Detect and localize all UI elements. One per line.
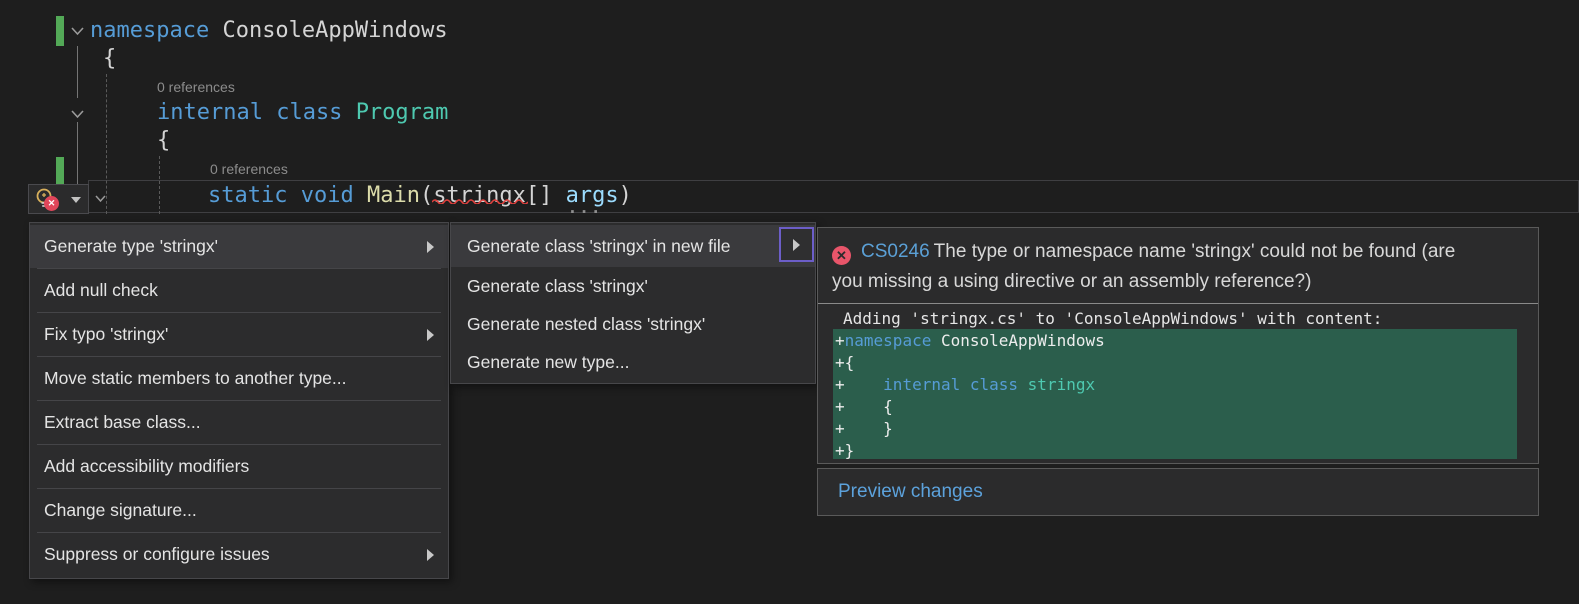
paren-token: (: [420, 183, 433, 208]
diff-line: + {: [833, 396, 1517, 418]
menu-item-label: Suppress or configure issues: [44, 544, 270, 565]
menu-item-suppress-or-configure[interactable]: Suppress or configure issues: [30, 533, 448, 576]
space-token: [552, 183, 565, 208]
submenu-arrow-icon: [427, 329, 434, 341]
namespace-name-token: ConsoleAppWindows: [222, 18, 447, 43]
menu-item-extract-base-class[interactable]: Extract base class...: [30, 401, 448, 444]
keyword-token: internal class: [157, 100, 356, 125]
change-bar: [56, 16, 64, 46]
menu-item-label: Add accessibility modifiers: [44, 456, 249, 477]
fold-chevron-icon[interactable]: [70, 106, 85, 124]
brace-token: {: [103, 46, 116, 71]
code-line-brace: {: [103, 45, 116, 73]
suggestion-dots: ...: [568, 203, 603, 213]
diff-adding-line: Adding 'stringx.cs' to 'ConsoleAppWindow…: [843, 309, 1382, 329]
diff-line: +}: [833, 440, 1517, 462]
submenu-item-generate-class-new-file[interactable]: Generate class 'stringx' in new file: [451, 225, 815, 267]
diff-text: ConsoleAppWindows: [941, 331, 1105, 350]
submenu-item-label: Generate nested class 'stringx': [467, 314, 705, 335]
paren-token: ): [619, 183, 632, 208]
code-line-namespace: namespace ConsoleAppWindows: [90, 17, 448, 45]
tooltip-separator: [818, 303, 1538, 304]
diff-plus: + }: [835, 419, 893, 438]
keyword-token: internal class: [845, 375, 1028, 394]
outline-guide: [77, 46, 78, 98]
error-header: ✕CS0246The type or namespace name 'strin…: [818, 228, 1538, 302]
diff-plus: +: [835, 331, 845, 350]
submenu-item-generate-class[interactable]: Generate class 'stringx': [451, 267, 815, 305]
diff-line: + internal class stringx: [833, 374, 1517, 396]
quick-actions-menu: Generate type 'stringx' Add null check F…: [29, 222, 449, 579]
error-code: CS0246: [861, 241, 930, 262]
codelens-references[interactable]: 0 references: [210, 160, 288, 178]
menu-item-label: Fix typo 'stringx': [44, 324, 168, 345]
diff-preview-block: +namespace ConsoleAppWindows +{ + intern…: [833, 329, 1517, 459]
code-line-main: static void Main(stringx[] args...): [208, 182, 632, 210]
diff-plus: +}: [835, 441, 854, 460]
method-name-token: Main: [367, 183, 420, 208]
submenu-item-generate-new-type[interactable]: Generate new type...: [451, 343, 815, 381]
type-token: stringx: [1028, 375, 1095, 394]
expand-arrow-icon: [793, 239, 800, 251]
code-line-class: internal class Program: [157, 99, 448, 127]
submenu-item-label: Generate new type...: [467, 352, 629, 373]
quick-actions-lightbulb[interactable]: ✕: [28, 184, 89, 214]
menu-item-generate-type[interactable]: Generate type 'stringx': [30, 225, 448, 268]
keyword-token: namespace: [845, 331, 941, 350]
menu-item-label: Change signature...: [44, 500, 197, 521]
menu-item-label: Generate type 'stringx': [44, 236, 218, 257]
menu-item-change-signature[interactable]: Change signature...: [30, 489, 448, 532]
change-bar: [56, 157, 64, 185]
diff-plus: + {: [835, 397, 893, 416]
fold-chevron-icon[interactable]: [94, 190, 107, 208]
menu-item-fix-typo[interactable]: Fix typo 'stringx': [30, 313, 448, 356]
submenu-item-label: Generate class 'stringx': [467, 276, 648, 297]
menu-item-move-static-members[interactable]: Move static members to another type...: [30, 357, 448, 400]
error-squiggle: [432, 184, 528, 212]
brace-token: {: [157, 128, 170, 153]
diff-plus: +: [835, 375, 845, 394]
error-icon: ✕: [832, 246, 851, 265]
diff-plus: +{: [835, 353, 854, 372]
menu-item-add-accessibility-modifiers[interactable]: Add accessibility modifiers: [30, 445, 448, 488]
generate-type-submenu: Generate class 'stringx' in new file Gen…: [450, 222, 816, 384]
menu-item-label: Move static members to another type...: [44, 368, 347, 389]
expand-preview-button[interactable]: [779, 227, 814, 262]
error-type-token: stringx: [433, 183, 526, 208]
submenu-arrow-icon: [427, 241, 434, 253]
fold-chevron-icon[interactable]: [70, 23, 85, 41]
error-text-block: ✕CS0246The type or namespace name 'strin…: [832, 237, 1477, 297]
submenu-item-generate-nested-class[interactable]: Generate nested class 'stringx': [451, 305, 815, 343]
error-preview-tooltip: ✕CS0246The type or namespace name 'strin…: [817, 227, 1539, 464]
error-badge-icon: ✕: [44, 196, 59, 211]
outline-guide: [77, 122, 78, 184]
keyword-token: namespace: [90, 18, 222, 43]
menu-item-label: Add null check: [44, 280, 158, 301]
dropdown-chevron-icon: [71, 197, 81, 203]
class-name-token: Program: [356, 100, 449, 125]
preview-changes-box: Preview changes: [817, 468, 1539, 516]
diff-line: +{: [833, 352, 1517, 374]
indent-guide: [159, 156, 160, 214]
menu-item-add-null-check[interactable]: Add null check: [30, 269, 448, 312]
diff-line: + }: [833, 418, 1517, 440]
keyword-token: static void: [208, 183, 367, 208]
codelens-references[interactable]: 0 references: [157, 78, 235, 96]
submenu-arrow-icon: [427, 549, 434, 561]
brackets-token: []: [526, 183, 553, 208]
code-line-brace: {: [157, 127, 170, 155]
menu-item-label: Extract base class...: [44, 412, 201, 433]
preview-changes-link[interactable]: Preview changes: [838, 481, 983, 503]
visual-studio-editor-screen: namespace ConsoleAppWindows { 0 referenc…: [0, 0, 1579, 604]
submenu-item-label: Generate class 'stringx' in new file: [467, 236, 730, 257]
diff-line: +namespace ConsoleAppWindows: [833, 330, 1517, 352]
parameter-token: args...: [566, 183, 619, 208]
